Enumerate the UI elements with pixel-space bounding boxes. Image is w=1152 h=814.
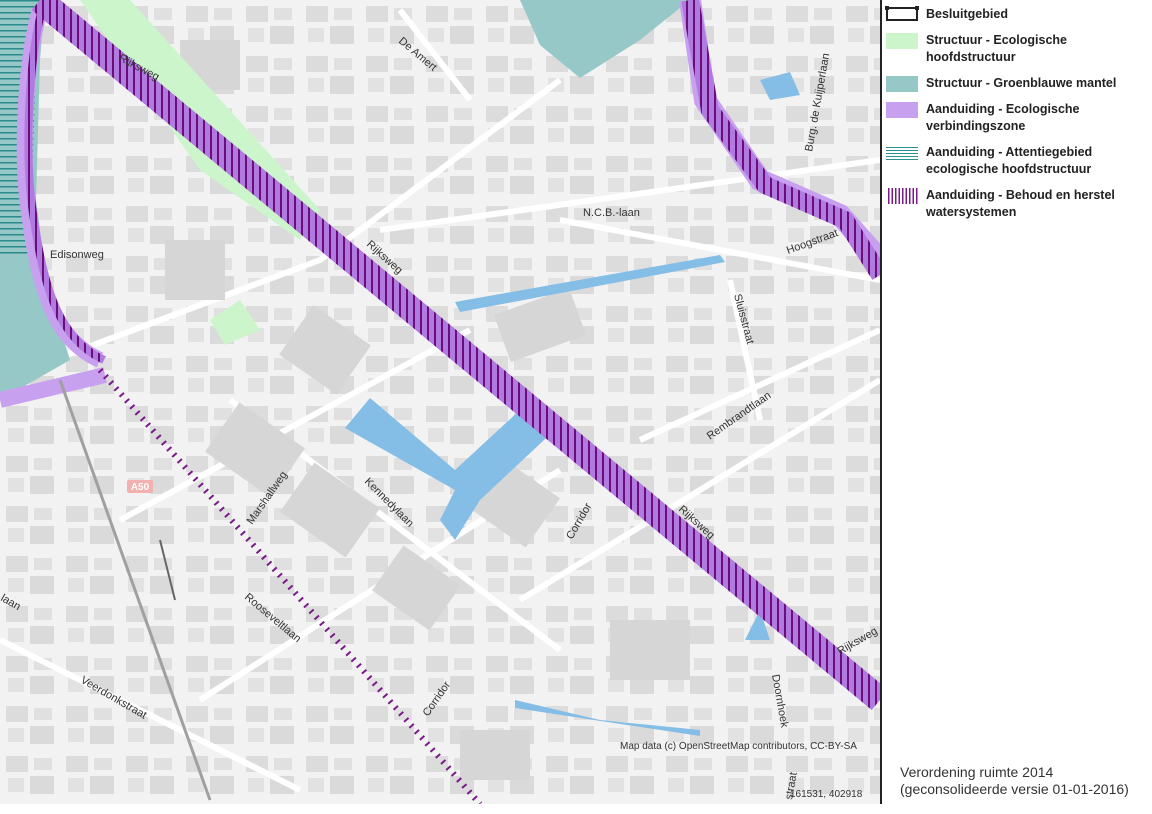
legend-item-evz: Aanduiding - Ecologische verbindingszone (886, 101, 1148, 135)
legend-item-behoud-herstel: Aanduiding - Behoud en herstel watersyst… (886, 187, 1148, 221)
besluitgebied-swatch-icon (885, 6, 919, 21)
a50-label: A50 (131, 482, 150, 493)
attentiegebied-swatch-icon (886, 145, 918, 161)
label-ncb-laan: N.C.B.-laan (583, 207, 640, 219)
legend-label: Structuur - Groenblauwe mantel (926, 76, 1117, 90)
legend-label: Aanduiding - Behoud en herstel watersyst… (926, 188, 1115, 219)
legend-label: Besluitgebied (926, 7, 1008, 21)
label-edisonweg: Edisonweg (50, 249, 104, 261)
map-coordinates: 161531, 402918 (790, 789, 863, 800)
groenblauwe-mantel-swatch-icon (886, 76, 918, 92)
map-legend-divider (880, 0, 882, 804)
legend-label: Aanduiding - Ecologische verbindingszone (926, 102, 1080, 133)
behoud-herstel-swatch-icon (886, 188, 918, 204)
map-svg: A50 Rijksweg Rijksweg Rijksweg Rijksweg … (0, 0, 880, 804)
map-footer: Verordening ruimte 2014 (geconsolideerde… (900, 764, 1129, 798)
map-attribution: Map data (c) OpenStreetMap contributors,… (620, 741, 857, 752)
legend-label: Aanduiding - Attentiegebied ecologische … (926, 145, 1093, 176)
legend-item-besluitgebied: Besluitgebied (885, 6, 1148, 23)
legend-label: Structuur - Ecologische hoofdstructuur (926, 33, 1067, 64)
legend-item-attentiegebied: Aanduiding - Attentiegebied ecologische … (886, 144, 1148, 178)
ehs-swatch-icon (886, 33, 918, 49)
footer-line-2: (geconsolideerde versie 01-01-2016) (900, 781, 1129, 797)
legend-item-ehs: Structuur - Ecologische hoofdstructuur (886, 32, 1148, 66)
legend: Besluitgebied Structuur - Ecologische ho… (885, 6, 1148, 230)
evz-swatch-icon (886, 102, 918, 118)
legend-item-groenblauwe-mantel: Structuur - Groenblauwe mantel (886, 75, 1148, 92)
footer-line-1: Verordening ruimte 2014 (900, 764, 1054, 780)
map-canvas[interactable]: A50 Rijksweg Rijksweg Rijksweg Rijksweg … (0, 0, 880, 804)
